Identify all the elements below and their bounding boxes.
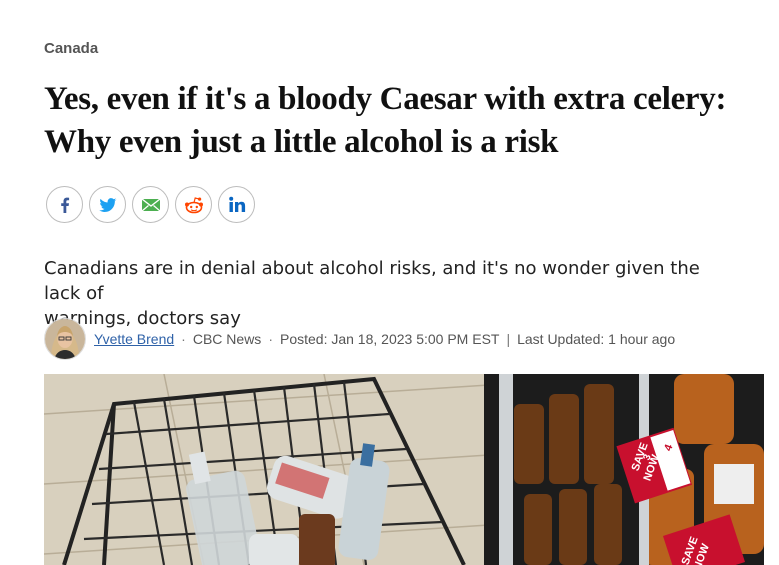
hero-photo: SAVE NOW 3 4 SAVE NOW <box>44 374 764 565</box>
section-label[interactable]: Canada <box>44 40 98 57</box>
hero-image[interactable]: SAVE NOW 3 4 SAVE NOW <box>44 374 764 565</box>
byline-separator: · <box>268 331 273 347</box>
headline-line-2: Why even just a little alcohol is a risk <box>44 124 559 160</box>
twitter-icon <box>98 195 118 215</box>
posted-timestamp: Posted: Jan 18, 2023 5:00 PM EST <box>279 331 500 347</box>
reddit-icon <box>183 195 205 215</box>
email-icon <box>141 197 161 213</box>
share-facebook-button[interactable] <box>46 186 83 223</box>
share-twitter-button[interactable] <box>89 186 126 223</box>
facebook-icon <box>55 195 75 215</box>
share-reddit-button[interactable] <box>175 186 212 223</box>
byline-separator: · <box>181 331 186 347</box>
share-email-button[interactable] <box>132 186 169 223</box>
author-link[interactable]: Yvette Brend <box>94 331 174 347</box>
byline-separator: | <box>506 331 511 347</box>
headline: Yes, even if it's a bloody Caesar with e… <box>44 78 764 164</box>
byline: Yvette Brend · CBC News · Posted: Jan 18… <box>44 318 675 360</box>
updated-timestamp: Last Updated: 1 hour ago <box>517 331 676 347</box>
byline-outlet: CBC News <box>192 331 262 347</box>
linkedin-icon <box>227 195 247 215</box>
author-avatar[interactable] <box>44 318 86 360</box>
headline-line-1: Yes, even if it's a bloody Caesar with e… <box>44 81 727 117</box>
share-bar <box>46 186 255 223</box>
share-linkedin-button[interactable] <box>218 186 255 223</box>
dek-line-1: Canadians are in denial about alcohol ri… <box>44 258 700 304</box>
